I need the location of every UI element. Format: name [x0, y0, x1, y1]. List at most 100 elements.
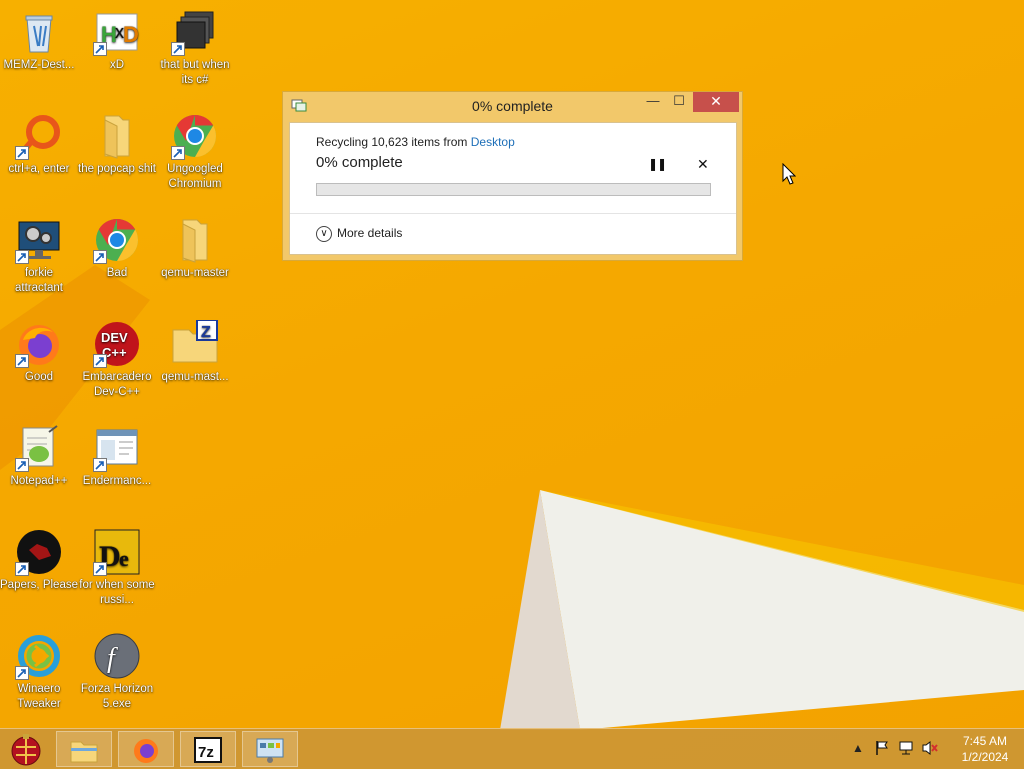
- desktop-icon-good[interactable]: Good: [0, 320, 78, 385]
- taskbar-file-explorer[interactable]: [56, 731, 112, 767]
- desktop-icon-label: Forza Horizon 5.exe: [80, 683, 154, 710]
- desktop-icon-label: qemu-mast...: [161, 371, 229, 383]
- firefox-icon: [15, 320, 63, 368]
- detect-it-easy-icon: De: [93, 528, 141, 576]
- folder-icon: [93, 112, 141, 160]
- taskbar-firefox[interactable]: [118, 731, 174, 767]
- papers-please-icon: [15, 528, 63, 576]
- desktop-icon-label: Good: [24, 371, 54, 383]
- svg-text:Z: Z: [201, 324, 211, 341]
- 7zip-icon: 7z: [194, 737, 222, 763]
- desktop-icon-qemu-archive[interactable]: Z qemu-mast...: [156, 320, 234, 385]
- desktop-icon-label: MEMZ-Dest...: [3, 59, 75, 71]
- control-panel-icon: [256, 738, 284, 763]
- cancel-button[interactable]: ✕: [697, 156, 709, 173]
- chevron-down-icon: ∨: [316, 226, 332, 242]
- desktop-icon-xd[interactable]: HxD xD: [78, 8, 156, 73]
- shortcut-arrow-icon: [15, 146, 29, 160]
- desktop-icon-label: Winaero Tweaker: [17, 683, 61, 710]
- desktop-icon-devcpp[interactable]: DEV C++ Embarcadero Dev-C++: [78, 320, 156, 400]
- shortcut-arrow-icon: [15, 562, 29, 576]
- hxd-icon: HxD: [93, 8, 141, 56]
- shortcut-arrow-icon: [171, 146, 185, 160]
- firefox-icon: [134, 739, 158, 763]
- shortcut-arrow-icon: [93, 458, 107, 472]
- window-app-icon: [93, 424, 141, 472]
- source-folder-link[interactable]: Desktop: [471, 135, 515, 149]
- progress-bar: [316, 183, 711, 196]
- desktop-icon-label: that but when its c#: [160, 59, 230, 86]
- maximize-button[interactable]: ☐: [666, 92, 692, 112]
- volume-muted-icon[interactable]: [921, 740, 939, 759]
- chromium-icon: [171, 112, 219, 160]
- dialog-titlebar[interactable]: 0% complete — ☐ ✕: [283, 92, 742, 122]
- desktop-icon-ctrl-a[interactable]: ctrl+a, enter: [0, 112, 78, 177]
- notepadpp-icon: [15, 424, 63, 472]
- desktop-icon-forza[interactable]: f Forza Horizon 5.exe: [78, 632, 156, 712]
- devcpp-icon: DEV C++: [93, 320, 141, 368]
- file-explorer-icon: [70, 741, 98, 763]
- desktop-icon-memz[interactable]: MEMZ-Dest...: [0, 8, 78, 73]
- svg-text:D: D: [123, 22, 139, 47]
- more-details-label: More details: [337, 226, 403, 241]
- desktop-icon-label: Embarcadero Dev-C++: [82, 371, 152, 398]
- chevron-up-icon[interactable]: ▲: [852, 741, 864, 755]
- shortcut-arrow-icon: [93, 562, 107, 576]
- taskbar-control-panel[interactable]: [242, 731, 298, 767]
- taskbar-7zip[interactable]: 7z: [180, 731, 236, 767]
- dialog-content: Recycling 10,623 items from Desktop 0% c…: [289, 122, 737, 255]
- shortcut-arrow-icon: [171, 42, 185, 56]
- pause-button[interactable]: ❚❚: [648, 157, 667, 171]
- clock-date: 1/2/2024: [961, 750, 1009, 764]
- shortcut-arrow-icon: [15, 354, 29, 368]
- desktop-icon-popcap[interactable]: the popcap shit: [78, 112, 156, 177]
- desktop-icon-die[interactable]: De for when some russi...: [78, 528, 156, 608]
- shortcut-arrow-icon: [15, 666, 29, 680]
- minimize-button[interactable]: —: [640, 92, 666, 112]
- svg-text:DEV: DEV: [101, 330, 128, 345]
- shortcut-arrow-icon: [93, 250, 107, 264]
- desktop-icon-forkie[interactable]: forkie attractant: [0, 216, 78, 296]
- desktop-icon-csharp[interactable]: that but when its c#: [156, 8, 234, 88]
- desktop-icon-ungoogled-chromium[interactable]: Ungoogled Chromium: [156, 112, 234, 192]
- zip-folder-icon: Z: [171, 320, 219, 368]
- chrome-icon: [93, 216, 141, 264]
- desktop-icon-endermanch[interactable]: Endermanc...: [78, 424, 156, 489]
- divider: [290, 213, 736, 214]
- shortcut-arrow-icon: [15, 458, 29, 472]
- desktop-icon-winaero[interactable]: Winaero Tweaker: [0, 632, 78, 712]
- desktop-icon-label: xD: [109, 59, 125, 71]
- desktop-icon-label: ctrl+a, enter: [8, 163, 70, 175]
- desktop-icon-bad[interactable]: Bad: [78, 216, 156, 281]
- network-icon[interactable]: [898, 740, 914, 759]
- settings-monitor-icon: [15, 216, 63, 264]
- desktop-icon-label: the popcap shit: [78, 163, 157, 175]
- svg-text:e: e: [119, 546, 129, 571]
- desktop-icon-notepadpp[interactable]: Notepad++: [0, 424, 78, 489]
- close-button[interactable]: ✕: [693, 92, 739, 112]
- status-prefix: Recycling 10,623 items from: [316, 135, 471, 149]
- desktop-icon-label: for when some russi...: [79, 579, 155, 606]
- desktop-icon-qemu-master[interactable]: qemu-master: [156, 216, 234, 281]
- winaero-icon: [15, 632, 63, 680]
- recycle-progress-dialog: 0% complete — ☐ ✕ Recycling 10,623 items…: [282, 91, 743, 261]
- desktop-icon-label: Notepad++: [10, 475, 68, 487]
- ring-icon: [15, 112, 63, 160]
- shortcut-arrow-icon: [93, 42, 107, 56]
- desktop-icon-papers-please[interactable]: Papers, Please: [0, 528, 78, 593]
- flag-icon[interactable]: [874, 740, 890, 759]
- clock-time: 7:45 AM: [962, 734, 1008, 748]
- desktop-icon-label: forkie attractant: [15, 267, 63, 294]
- folder-icon: [171, 216, 219, 264]
- more-details-toggle[interactable]: ∨ More details: [316, 226, 402, 242]
- start-orb-icon[interactable]: [6, 733, 46, 767]
- desktop-icon-label: Bad: [106, 267, 128, 279]
- recycle-bin-icon: [15, 8, 63, 56]
- terminal-stack-icon: [171, 8, 219, 56]
- system-clock[interactable]: 7:45 AM 1/2/2024: [953, 733, 1017, 765]
- progress-percent-text: 0% complete: [316, 154, 403, 171]
- desktop-icon-label: Papers, Please: [0, 579, 78, 591]
- taskbar: 7z ▲ 7:45 AM 1/2/2024: [0, 728, 1024, 769]
- desktop-icon-label: qemu-master: [161, 267, 229, 279]
- shortcut-arrow-icon: [93, 354, 107, 368]
